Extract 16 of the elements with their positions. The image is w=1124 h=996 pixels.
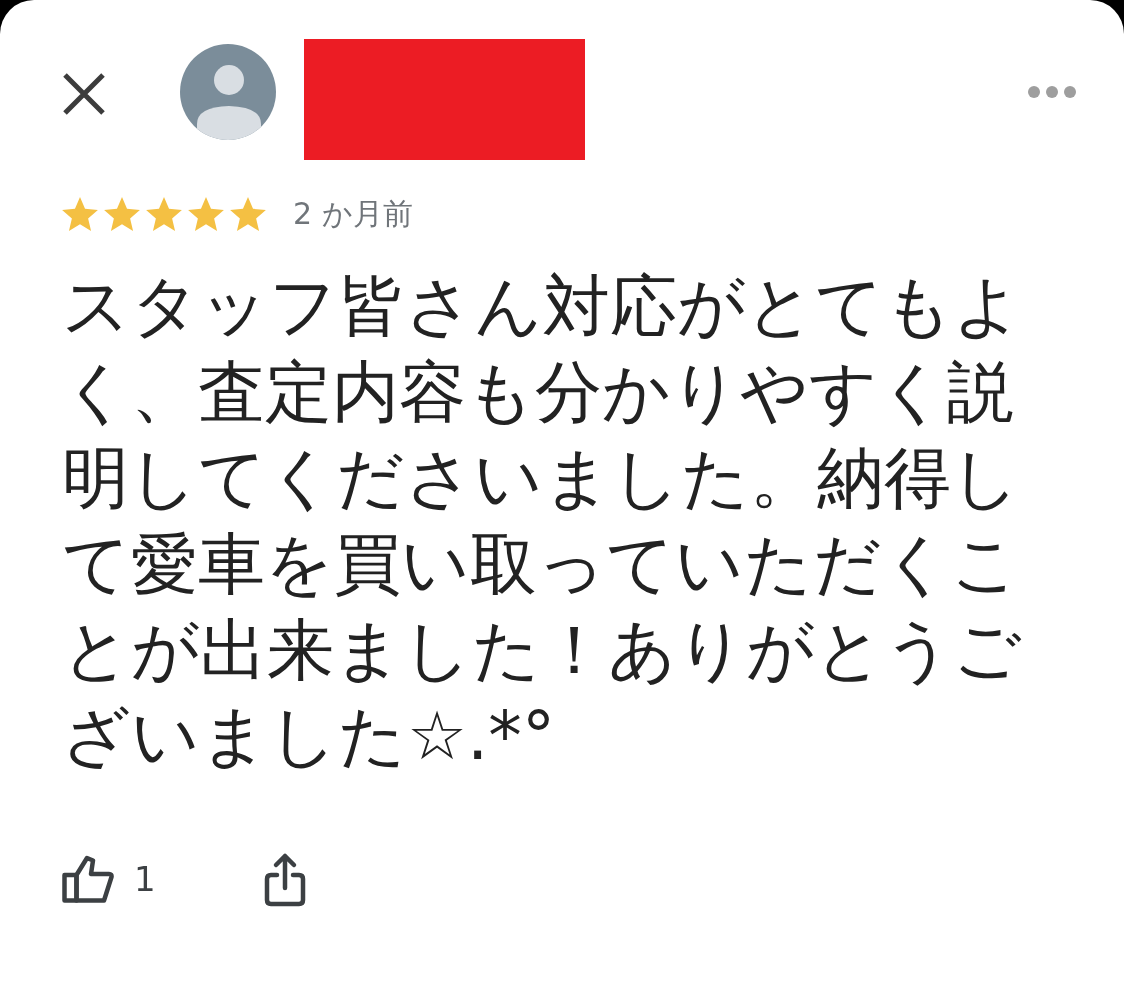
close-button[interactable] [62,71,106,116]
star-icon [230,197,266,231]
review-date: 2 か月前 [293,194,413,233]
more-button[interactable] [1028,85,1076,98]
star-icon [188,197,224,231]
review-text: スタッフ皆さん対応がとてもよく、査定内容も分かりやすく説明してくださいました。納得して愛車を買い取っていただくことが出来ました！ありがとうございました☆.*° [62,266,1022,777]
close-icon [62,71,106,116]
star-icon [62,197,98,231]
thumbs-up-icon [62,855,114,903]
more-icon [1028,85,1076,98]
share-icon [263,851,306,907]
share-button[interactable] [263,851,306,907]
avatar-icon [180,43,276,140]
star-icon [146,197,182,231]
star-icon [104,197,140,231]
like-button[interactable]: 1 [62,855,156,903]
